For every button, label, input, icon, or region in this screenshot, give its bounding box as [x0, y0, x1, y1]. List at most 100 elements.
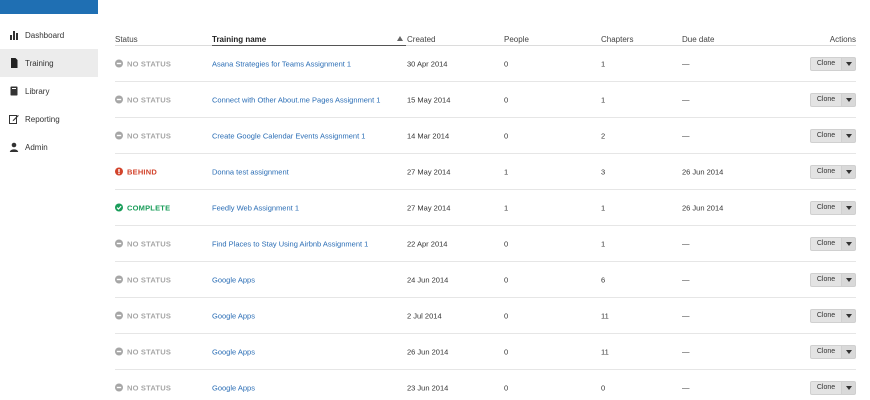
- user-icon: [9, 142, 19, 152]
- header-chapters[interactable]: Chapters: [601, 35, 633, 44]
- due-date: —: [682, 275, 690, 284]
- training-name-link[interactable]: Donna test assignment: [212, 167, 289, 176]
- training-name-link[interactable]: Feedly Web Assignment 1: [212, 203, 299, 212]
- created-date: 2 Jul 2014: [407, 311, 442, 320]
- table-row: NO STATUS Connect with Other About.me Pag…: [115, 82, 856, 118]
- created-date: 14 Mar 2014: [407, 131, 450, 140]
- training-name-link[interactable]: Create Google Calendar Events Assignment…: [212, 131, 365, 140]
- clone-button[interactable]: Clone: [810, 128, 841, 143]
- chevron-down-icon: [845, 385, 852, 390]
- chapters-count: 1: [601, 95, 606, 104]
- clone-button[interactable]: Clone: [810, 236, 841, 251]
- sidebar-item-label: Reporting: [25, 114, 60, 124]
- clone-button[interactable]: Clone: [810, 380, 841, 395]
- chapters-count: 1: [601, 59, 606, 68]
- sidebar-item-reporting[interactable]: Reporting: [0, 105, 98, 133]
- training-name-link[interactable]: Google Apps: [212, 275, 255, 284]
- training-name-link[interactable]: Connect with Other About.me Pages Assign…: [212, 95, 380, 104]
- status-text: NO STATUS: [127, 95, 172, 104]
- clone-button-group: Clone: [810, 128, 856, 143]
- clone-button[interactable]: Clone: [810, 164, 841, 179]
- header-status[interactable]: Status: [115, 35, 138, 44]
- people-count: 0: [504, 59, 509, 68]
- clone-button-group: Clone: [810, 272, 856, 287]
- created-date: 27 May 2014: [407, 203, 451, 212]
- training-name-link[interactable]: Google Apps: [212, 347, 255, 356]
- status-badge: NO STATUS: [115, 311, 171, 320]
- people-count: 0: [504, 275, 509, 284]
- sidebar: Dashboard Training Library Reporting Admin: [0, 0, 98, 400]
- header-due-date[interactable]: Due date: [682, 35, 714, 44]
- status-text: NO STATUS: [127, 275, 172, 284]
- chapters-count: 1: [601, 239, 606, 248]
- chapters-count: 11: [601, 311, 609, 320]
- due-date: —: [682, 59, 690, 68]
- training-name-link[interactable]: Google Apps: [212, 311, 255, 320]
- header-created[interactable]: Created: [407, 35, 435, 44]
- training-name-link[interactable]: Asana Strategies for Teams Assignment 1: [212, 59, 351, 68]
- clone-button-group: Clone: [810, 56, 856, 71]
- clone-dropdown-toggle[interactable]: [841, 236, 856, 251]
- no-status-icon: [115, 59, 123, 68]
- sidebar-item-label: Library: [25, 86, 50, 96]
- clone-dropdown-toggle[interactable]: [841, 164, 856, 179]
- clone-button-group: Clone: [810, 200, 856, 215]
- training-name-link[interactable]: Google Apps: [212, 383, 255, 392]
- sidebar-item-training[interactable]: Training: [0, 49, 98, 77]
- people-count: 0: [504, 347, 509, 356]
- chapters-count: 0: [601, 383, 606, 392]
- clone-button-group: Clone: [810, 164, 856, 179]
- sidebar-item-label: Dashboard: [25, 30, 65, 40]
- clone-dropdown-toggle[interactable]: [841, 128, 856, 143]
- chevron-down-icon: [845, 277, 852, 282]
- clone-button[interactable]: Clone: [810, 92, 841, 107]
- clone-dropdown-toggle[interactable]: [841, 308, 856, 323]
- clone-button[interactable]: Clone: [810, 200, 841, 215]
- header-actions: Actions: [829, 35, 856, 44]
- clone-button-group: Clone: [810, 380, 856, 395]
- table-row: NO STATUS Google Apps 26 Jun 2014 0 11 — Clone: [115, 334, 856, 370]
- people-count: 0: [504, 383, 509, 392]
- training-name-link[interactable]: Find Places to Stay Using Airbnb Assignm…: [212, 239, 368, 248]
- clone-dropdown-toggle[interactable]: [841, 92, 856, 107]
- no-status-icon: [115, 239, 123, 248]
- chevron-down-icon: [845, 313, 852, 318]
- header-people[interactable]: People: [504, 35, 529, 44]
- sidebar-item-library[interactable]: Library: [0, 77, 98, 105]
- clone-dropdown-toggle[interactable]: [841, 344, 856, 359]
- created-date: 30 Apr 2014: [407, 59, 448, 68]
- clone-button[interactable]: Clone: [810, 344, 841, 359]
- people-count: 0: [504, 131, 509, 140]
- status-badge: NO STATUS: [115, 59, 171, 68]
- due-date: —: [682, 311, 690, 320]
- clone-dropdown-toggle[interactable]: [841, 272, 856, 287]
- clone-button-group: Clone: [810, 308, 856, 323]
- clone-dropdown-toggle[interactable]: [841, 380, 856, 395]
- clone-dropdown-toggle[interactable]: [841, 200, 856, 215]
- sidebar-item-admin[interactable]: Admin: [0, 133, 98, 161]
- people-count: 0: [504, 95, 509, 104]
- header-training-name[interactable]: Training name: [212, 35, 266, 44]
- chapters-count: 6: [601, 275, 606, 284]
- clone-dropdown-toggle[interactable]: [841, 56, 856, 71]
- status-badge: COMPLETE: [115, 203, 170, 212]
- clone-button[interactable]: Clone: [810, 308, 841, 323]
- no-status-icon: [115, 311, 123, 320]
- due-date: 26 Jun 2014: [682, 167, 724, 176]
- chevron-down-icon: [845, 241, 852, 246]
- no-status-icon: [115, 275, 123, 284]
- people-count: 0: [504, 239, 509, 248]
- table-header: Status Training name Created People Chap…: [115, 0, 856, 46]
- clone-button[interactable]: Clone: [810, 272, 841, 287]
- due-date: —: [682, 383, 690, 392]
- sidebar-item-dashboard[interactable]: Dashboard: [0, 21, 98, 49]
- table-body: NO STATUS Asana Strategies for Teams Assi…: [115, 46, 856, 400]
- clone-button[interactable]: Clone: [810, 56, 841, 71]
- table-row: BEHIND Donna test assignment 27 May 2014 1 3…: [115, 154, 856, 190]
- sort-ascending-icon[interactable]: [397, 36, 403, 41]
- due-date: 26 Jun 2014: [682, 203, 724, 212]
- status-text: NO STATUS: [127, 383, 172, 392]
- sidebar-item-label: Training: [25, 58, 54, 68]
- book-icon: [9, 86, 19, 96]
- status-text: NO STATUS: [127, 59, 172, 68]
